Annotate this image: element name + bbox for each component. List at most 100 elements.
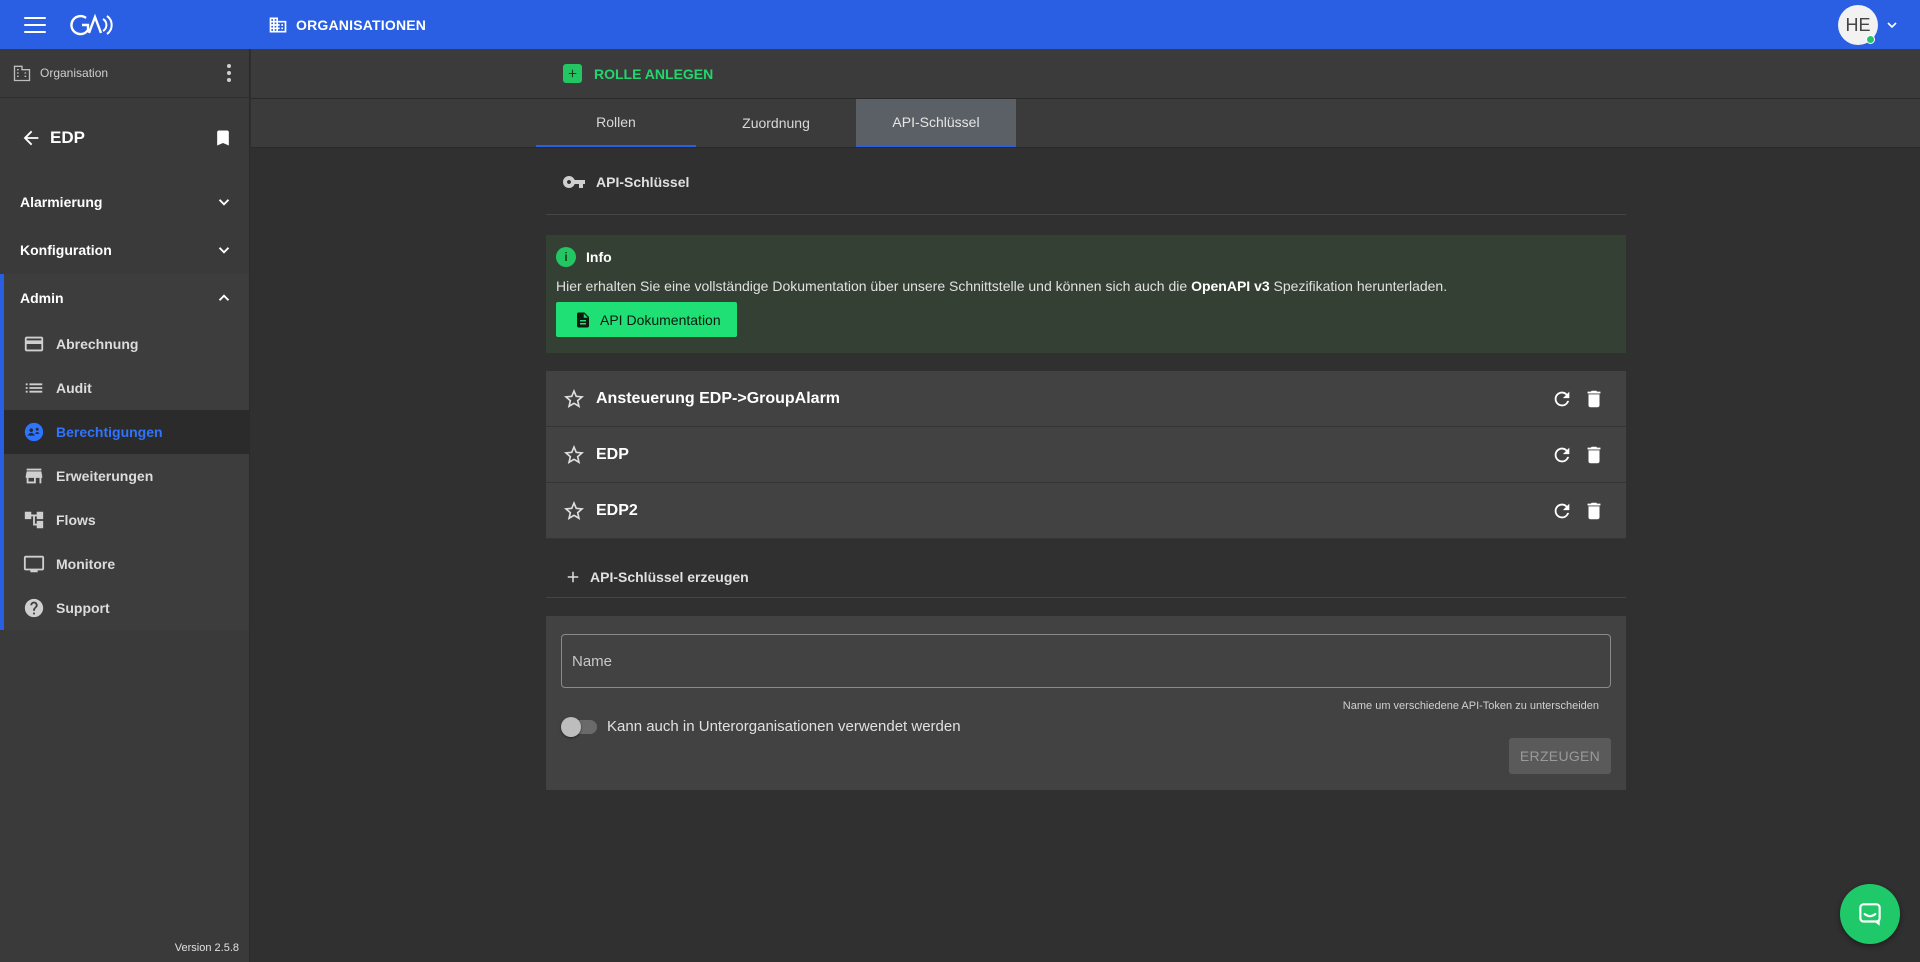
action-bar: ROLLE ANLEGEN [251, 49, 1920, 99]
list-item[interactable]: EDP [546, 427, 1626, 483]
create-api-key-toggle[interactable]: API-Schlüssel erzeugen [546, 556, 1626, 598]
sidebar-item-audit[interactable]: Audit [4, 366, 249, 410]
online-status-dot [1866, 35, 1875, 44]
info-title: i Info [556, 247, 1616, 267]
section-title: API-Schlüssel [596, 173, 690, 190]
topbar-left [0, 0, 250, 49]
sidebar-item-label: Erweiterungen [56, 468, 154, 484]
sidebar-item-label: Abrechnung [56, 336, 139, 352]
info-text-before: Hier erhalten Sie eine vollständige Doku… [556, 278, 1192, 294]
nav-section-label: Admin [20, 290, 64, 306]
sidebar-item-label: Audit [56, 380, 92, 396]
api-key-name: EDP2 [596, 501, 638, 519]
api-documentation-label: API Dokumentation [600, 311, 721, 328]
name-hint: Name um verschiedene API-Token zu unters… [1342, 700, 1599, 712]
info-box: i Info Hier erhalten Sie eine vollständi… [546, 235, 1626, 353]
info-icon: i [556, 247, 576, 267]
star-outline-icon[interactable] [562, 387, 586, 411]
delete-icon[interactable] [1582, 499, 1606, 523]
sidebar-item-berechtigungen[interactable]: Berechtigungen [4, 410, 249, 454]
sidebar-item-label: Berechtigungen [56, 424, 163, 440]
refresh-icon[interactable] [1550, 499, 1574, 523]
user-menu[interactable]: HE [1838, 5, 1900, 45]
sidebar-item-abrechnung[interactable]: Abrechnung [4, 322, 249, 366]
name-input[interactable] [561, 634, 1611, 688]
chevron-down-icon[interactable] [1884, 17, 1900, 33]
key-icon [563, 175, 585, 188]
menu-icon[interactable] [24, 16, 46, 33]
nav-section-label: Konfiguration [20, 242, 112, 258]
bookmark-icon[interactable] [213, 128, 233, 148]
card-icon [22, 332, 46, 356]
nav-section-label: Alarmierung [20, 194, 103, 210]
star-outline-icon[interactable] [562, 443, 586, 467]
add-role-label: ROLLE ANLEGEN [594, 65, 714, 82]
api-keys-panel: API-Schlüssel i Info Hier erhalten Sie e… [546, 149, 1626, 790]
permissions-icon [22, 420, 46, 444]
sidebar-item-label: Flows [56, 512, 96, 528]
suborganisation-toggle-row: Kann auch in Unterorganisationen verwend… [561, 716, 961, 737]
sidebar-item-erweiterungen[interactable]: Erweiterungen [4, 454, 249, 498]
groupalarm-logo[interactable] [70, 11, 116, 39]
add-box-icon [563, 64, 582, 83]
refresh-icon[interactable] [1550, 387, 1574, 411]
page-title-text: ORGANISATIONEN [296, 16, 427, 33]
flows-icon [22, 508, 46, 532]
suborganisation-toggle[interactable] [561, 716, 597, 737]
chat-button[interactable] [1840, 884, 1900, 944]
sidebar-item-label: Support [56, 600, 110, 616]
top-app-bar: ORGANISATIONEN HE [0, 0, 1920, 49]
list-item[interactable]: Ansteuerung EDP->GroupAlarm [546, 371, 1626, 427]
building-icon [269, 17, 287, 32]
sidebar-item-monitore[interactable]: Monitore [4, 542, 249, 586]
store-icon [22, 464, 46, 488]
tab-zuordnung[interactable]: Zuordnung [696, 99, 856, 147]
main-content: ROLLE ANLEGEN Rollen Zuordnung API-Schlü… [251, 49, 1920, 962]
sidebar-item-support[interactable]: Support [4, 586, 249, 630]
arrow-back-icon[interactable] [20, 127, 42, 149]
nav-section-konfiguration[interactable]: Konfiguration [0, 226, 249, 274]
page-title: ORGANISATIONEN [268, 15, 426, 35]
more-vert-icon[interactable] [221, 64, 237, 82]
back-to-organisation[interactable]: EDP [0, 98, 249, 178]
nav-section-admin[interactable]: Admin [4, 274, 249, 322]
list-icon [22, 376, 46, 400]
info-title-text: Info [586, 249, 612, 265]
api-documentation-button[interactable]: API Dokumentation [556, 302, 737, 337]
delete-icon[interactable] [1582, 443, 1606, 467]
app-version: Version 2.5.8 [174, 942, 239, 954]
building-icon [13, 65, 31, 82]
refresh-icon[interactable] [1550, 443, 1574, 467]
organisation-name: EDP [50, 128, 85, 147]
create-button[interactable]: ERZEUGEN [1509, 738, 1611, 774]
toggle-label: Kann auch in Unterorganisationen verwend… [607, 717, 961, 735]
sidebar-item-flows[interactable]: Flows [4, 498, 249, 542]
api-key-name: Ansteuerung EDP->GroupAlarm [596, 389, 841, 407]
organisation-selector[interactable]: Organisation [0, 49, 249, 98]
sidebar-item-label: Monitore [56, 556, 116, 572]
star-outline-icon[interactable] [562, 499, 586, 523]
add-icon [567, 571, 579, 582]
tabs-bar: Rollen Zuordnung API-Schlüssel [251, 99, 1920, 148]
api-key-name: EDP [596, 445, 629, 463]
create-header-label: API-Schlüssel erzeugen [590, 568, 749, 585]
tab-rollen[interactable]: Rollen [536, 99, 696, 147]
avatar-initials: HE [1845, 14, 1871, 35]
info-text-after: Spezifikation herunterladen. [1269, 278, 1448, 294]
nav-group-admin: Admin Abrechnung Audit Berechtigungen Er… [0, 274, 249, 630]
chevron-up-icon [218, 294, 230, 301]
avatar[interactable]: HE [1838, 5, 1878, 45]
tab-api-schluessel[interactable]: API-Schlüssel [856, 99, 1016, 147]
organisation-label: Organisation [40, 66, 109, 80]
nav-section-alarmierung[interactable]: Alarmierung [0, 178, 249, 226]
delete-icon[interactable] [1582, 387, 1606, 411]
document-icon [577, 312, 589, 327]
create-api-key-form: Name um verschiedene API-Token zu unters… [546, 616, 1626, 790]
chevron-down-icon [218, 247, 230, 254]
add-role-button[interactable]: ROLLE ANLEGEN [563, 64, 713, 83]
list-item[interactable]: EDP2 [546, 483, 1626, 539]
monitor-icon [22, 552, 46, 576]
chat-icon [1859, 903, 1881, 926]
info-text-bold: OpenAPI v3 [1191, 278, 1270, 294]
info-text: Hier erhalten Sie eine vollständige Doku… [556, 278, 1616, 294]
